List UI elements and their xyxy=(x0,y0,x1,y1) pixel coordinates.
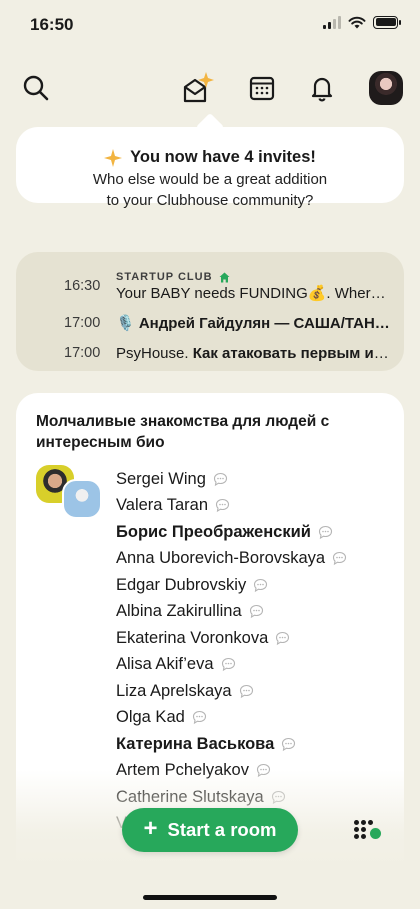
person-row[interactable]: Olga Kad xyxy=(116,705,401,732)
person-name: Ekaterina Voronkova xyxy=(116,628,269,647)
schedule-time: 16:30 xyxy=(64,278,101,294)
status-bar: 16:50 xyxy=(0,0,420,50)
person-name: Катерина Васькова xyxy=(116,734,275,753)
chat-bubble-icon xyxy=(239,684,254,699)
person-row[interactable]: Liza Aprelskaya xyxy=(116,678,401,705)
chat-bubble-icon xyxy=(192,710,207,725)
schedule-title: 🎙️ Андрей Гайдулян — САША/ТАНЯ и другие … xyxy=(116,315,404,332)
invite-banner-title: You now have 4 invites! xyxy=(16,148,404,167)
chat-bubble-icon xyxy=(215,498,230,513)
start-room-button[interactable]: + Start a room xyxy=(122,808,298,852)
online-indicator xyxy=(369,827,382,840)
schedule-title-bold: Как атаковать первым и не проиграть xyxy=(192,344,404,362)
person-name: Albina Zakirullina xyxy=(116,602,242,621)
top-nav xyxy=(0,66,420,110)
person-row[interactable]: Борис Преображенский xyxy=(116,519,401,546)
person-name: Olga Kad xyxy=(116,708,185,727)
schedule-row[interactable]: 17:00 🎙️ Андрей Гайдулян — САША/ТАНЯ и д… xyxy=(16,308,404,338)
search-button[interactable] xyxy=(14,66,58,110)
person-name: Edgar Dubrovskiy xyxy=(116,575,247,594)
person-row[interactable]: Anna Uborevich-Borovskaya xyxy=(116,546,401,573)
invite-banner-body: Who else would be a great addition to yo… xyxy=(16,169,404,211)
chat-bubble-icon xyxy=(253,578,268,593)
sparkle-icon xyxy=(104,148,123,167)
house-icon xyxy=(219,272,230,282)
schedule-time: 17:00 xyxy=(64,315,101,331)
bell-icon xyxy=(311,77,333,102)
invite-envelope-icon xyxy=(183,72,214,103)
invite-banner[interactable]: You now have 4 invites! Who else would b… xyxy=(16,127,404,209)
chat-bubble-icon xyxy=(221,657,236,672)
person-row[interactable]: Albina Zakirullina xyxy=(116,599,401,626)
chat-bubble-icon xyxy=(275,631,290,646)
chat-bubble-icon xyxy=(213,472,228,487)
battery-icon xyxy=(373,15,401,29)
status-time: 16:50 xyxy=(30,15,74,34)
notifications-button[interactable] xyxy=(300,66,344,110)
schedule-title: PsyHouse. Как атаковать первым и не прои… xyxy=(116,345,404,362)
profile-avatar-button[interactable] xyxy=(364,66,408,110)
chat-bubble-icon xyxy=(249,604,264,619)
schedule-club: STARTUP CLUB xyxy=(116,270,404,284)
invite-button[interactable] xyxy=(176,66,220,110)
backchannel-button[interactable] xyxy=(350,816,384,844)
schedule-title: Your BABY needs FUNDING💰. Where to find … xyxy=(116,285,404,302)
person-name: Alisa Akif’eva xyxy=(116,655,214,674)
person-row[interactable]: Sergei Wing xyxy=(116,466,401,493)
search-icon xyxy=(23,75,49,101)
person-row[interactable]: Edgar Dubrovskiy xyxy=(116,572,401,599)
schedule-row[interactable]: 17:00 PsyHouse. Как атаковать первым и н… xyxy=(16,338,404,368)
schedule-club-name: STARTUP CLUB xyxy=(116,271,213,283)
signal-icon xyxy=(323,15,341,29)
invite-title-text: You now have 4 invites! xyxy=(130,148,316,166)
person-name: Liza Aprelskaya xyxy=(116,681,232,700)
schedule-title-plain: PsyHouse. xyxy=(116,344,193,362)
chat-bubble-icon xyxy=(281,737,296,752)
invite-body-line2: to your Clubhouse community? xyxy=(106,192,314,209)
wifi-icon xyxy=(348,16,366,28)
chat-bubble-icon xyxy=(332,551,347,566)
suggestion-avatars[interactable] xyxy=(36,465,108,525)
person-name: Борис Преображенский xyxy=(116,522,311,541)
person-name: Sergei Wing xyxy=(116,469,206,488)
calendar-button[interactable] xyxy=(240,66,284,110)
person-row[interactable]: Valera Taran xyxy=(116,493,401,520)
plus-icon: + xyxy=(143,815,158,842)
person-row[interactable]: Катерина Васькова xyxy=(116,731,401,758)
upcoming-schedule[interactable]: 16:30 STARTUP CLUB Your BABY needs FUNDI… xyxy=(16,252,404,371)
calendar-icon xyxy=(249,76,275,101)
person-name: Valera Taran xyxy=(116,496,209,515)
person-row[interactable]: Ekaterina Voronkova xyxy=(116,625,401,652)
chat-bubble-icon xyxy=(318,525,333,540)
home-indicator xyxy=(143,895,277,900)
status-icons xyxy=(323,15,401,29)
invite-body-line1: Who else would be a great addition xyxy=(92,171,328,188)
start-room-label: Start a room xyxy=(167,819,277,840)
person-name: Anna Uborevich-Borovskaya xyxy=(116,549,326,568)
suggestions-title: Молчаливые знакомства для людей с интере… xyxy=(36,413,330,451)
profile-avatar xyxy=(369,71,403,105)
person-row[interactable]: Alisa Akif’eva xyxy=(116,652,401,679)
schedule-row[interactable]: 16:30 STARTUP CLUB Your BABY needs FUNDI… xyxy=(16,264,404,308)
avatar[interactable] xyxy=(62,479,102,519)
schedule-time: 17:00 xyxy=(64,345,101,361)
